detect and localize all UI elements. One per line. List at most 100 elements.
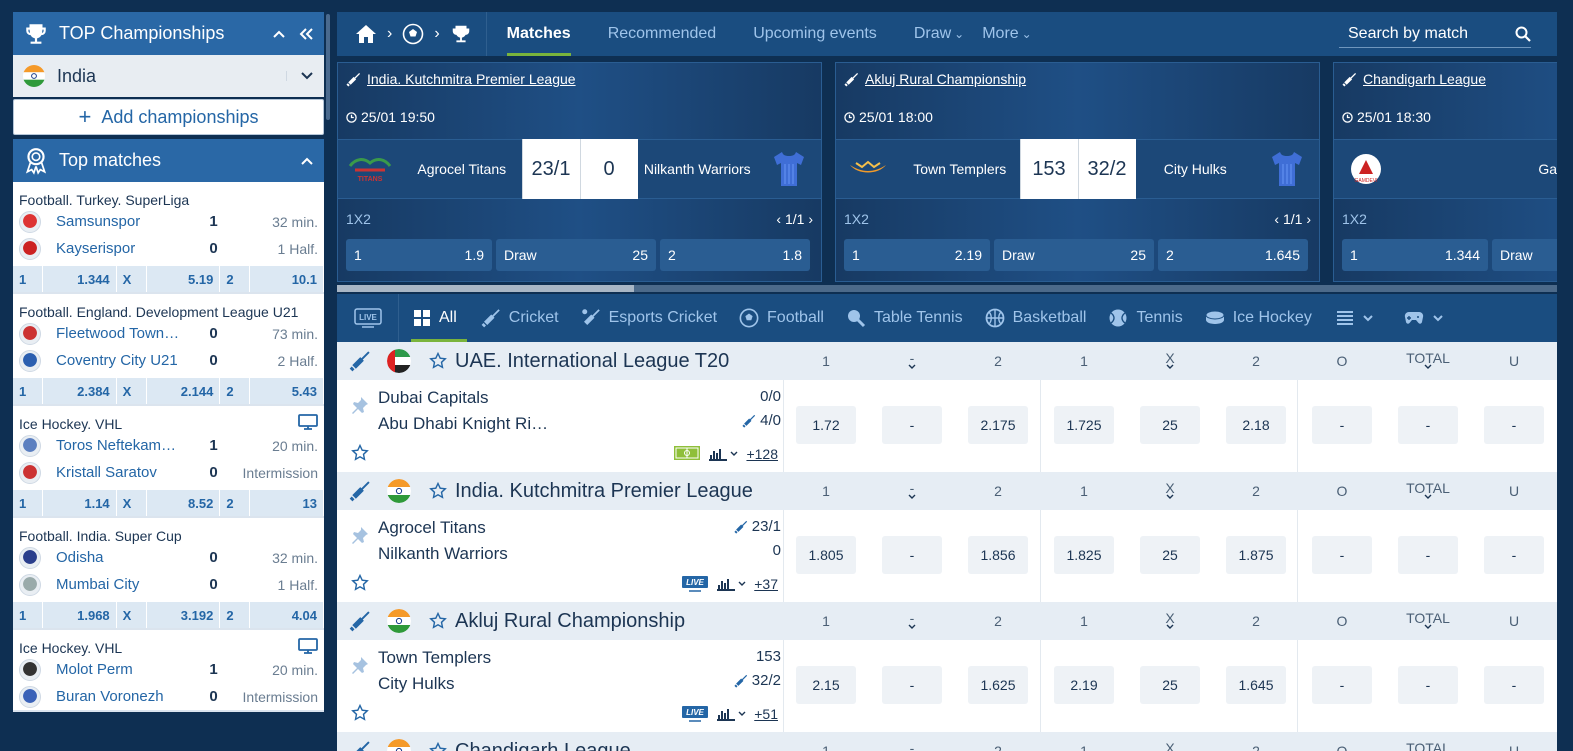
double-chevron-left-icon[interactable] <box>298 27 314 41</box>
match-team-row[interactable]: Odisha 0 32 min. <box>13 544 324 571</box>
team2-name[interactable]: City Hulks <box>378 674 455 694</box>
more-markets-link[interactable]: +51 <box>754 706 778 722</box>
nav-upcoming-events[interactable]: Upcoming events <box>753 12 877 56</box>
card-league-link[interactable]: Akluj Rural Championship <box>836 63 1319 95</box>
tab-football[interactable]: Football <box>739 294 824 342</box>
tab-basketball[interactable]: Basketball <box>985 294 1086 342</box>
star-icon[interactable] <box>351 704 369 722</box>
list-menu-button[interactable] <box>1336 294 1382 342</box>
chevron-down-icon[interactable] <box>908 624 916 630</box>
chevron-left-icon[interactable]: ‹ <box>776 211 785 227</box>
carousel-scrollbar[interactable] <box>337 285 1557 292</box>
odds-button[interactable]: - <box>1312 536 1372 574</box>
odds-button[interactable]: 4.04 <box>250 602 324 628</box>
odds-button[interactable]: 1.344 <box>43 266 117 292</box>
team2-name[interactable]: Nilkanth Warriors <box>378 544 508 564</box>
odds-button[interactable]: - <box>1484 536 1544 574</box>
odds-button[interactable]: - <box>1484 666 1544 704</box>
chevron-down-icon[interactable] <box>286 71 314 81</box>
odds-button[interactable]: 1 2.19 <box>844 239 990 271</box>
odds-button[interactable]: 2.19 <box>1054 666 1114 704</box>
tab-cricket[interactable]: Cricket <box>481 294 559 342</box>
odds-button[interactable]: - <box>1398 536 1458 574</box>
esports-menu-button[interactable] <box>1404 294 1452 342</box>
match-team-row[interactable]: Kayserispor 0 1 Half. <box>13 235 324 262</box>
odds-button[interactable]: 1 1.344 <box>1342 239 1488 271</box>
live-icon[interactable]: LIVE <box>682 576 709 592</box>
star-icon[interactable] <box>429 482 447 500</box>
league-name[interactable]: UAE. International League T20 <box>455 350 729 373</box>
tv-icon[interactable] <box>298 638 318 654</box>
odds-button[interactable]: 3.192 <box>147 602 221 628</box>
league-name[interactable]: Akluj Rural Championship <box>455 610 685 633</box>
star-icon[interactable] <box>429 742 447 751</box>
odds-button[interactable]: 5.19 <box>147 266 221 292</box>
match-team-row[interactable]: Mumbai City 0 1 Half. <box>13 571 324 598</box>
pin-icon[interactable] <box>349 656 369 676</box>
odds-button[interactable]: 1.14 <box>43 490 117 516</box>
search-input[interactable]: Search by match <box>1339 20 1531 48</box>
chevron-up-icon[interactable] <box>272 29 286 39</box>
match-team-row[interactable]: Fleetwood Town… 0 73 min. <box>13 320 324 347</box>
chevron-down-icon[interactable] <box>1166 364 1174 370</box>
featured-match-card[interactable]: Chandigarh League 25/01 18:30 GAMDEVI Gamde… <box>1333 62 1557 282</box>
chevron-left-icon[interactable]: ‹ <box>1274 211 1283 227</box>
field-icon[interactable] <box>674 446 701 462</box>
country-select[interactable]: India <box>13 55 324 97</box>
team1-name[interactable]: Agrocel Titans <box>378 518 486 538</box>
team1-name[interactable]: Dubai Capitals <box>378 388 489 408</box>
odds-button[interactable]: 2.18 <box>1226 406 1286 444</box>
tab-all[interactable]: All <box>411 294 467 342</box>
pin-icon[interactable] <box>349 396 369 416</box>
add-championships-button[interactable]: + Add championships <box>13 99 324 135</box>
featured-match-card[interactable]: Akluj Rural Championship 25/01 18:00 Town … <box>835 62 1320 282</box>
tab-esports-cricket[interactable]: Esports Cricket <box>581 294 717 342</box>
star-icon[interactable] <box>351 574 369 592</box>
odds-button[interactable]: - <box>882 666 942 704</box>
odds-button[interactable]: 1.625 <box>968 666 1028 704</box>
match-team-row[interactable]: Kristall Saratov 0 Intermission <box>13 459 324 486</box>
odds-button[interactable]: 25 <box>1140 666 1200 704</box>
odds-button[interactable]: - <box>882 536 942 574</box>
odds-button[interactable]: 1.645 <box>1226 666 1286 704</box>
odds-button[interactable]: 13 <box>250 490 324 516</box>
league-name[interactable]: Chandigarh League <box>455 740 631 751</box>
odds-button[interactable]: - <box>1312 406 1372 444</box>
odds-button[interactable]: 2.175 <box>968 406 1028 444</box>
odds-button[interactable]: 1.968 <box>43 602 117 628</box>
card-league-link[interactable]: India. Kutchmitra Premier League <box>338 63 821 95</box>
odds-button[interactable]: - <box>1484 406 1544 444</box>
odds-button[interactable]: 2.15 <box>796 666 856 704</box>
team2-name[interactable]: Abu Dhabi Knight Ri… <box>378 414 548 434</box>
odds-button[interactable]: 2.144 <box>147 378 221 404</box>
nav-more[interactable]: More ⌄ <box>982 12 1032 56</box>
more-markets-link[interactable]: +128 <box>746 446 778 462</box>
match-team-row[interactable]: Toros Neftekam… 1 20 min. <box>13 432 324 459</box>
odds-button[interactable]: 1.72 <box>796 406 856 444</box>
top-matches-header[interactable]: Top matches <box>13 139 324 182</box>
match-team-row[interactable]: Samsunspor 1 32 min. <box>13 208 324 235</box>
odds-button[interactable]: - <box>1312 666 1372 704</box>
odds-button[interactable]: 1 1.9 <box>346 239 492 271</box>
featured-match-card[interactable]: India. Kutchmitra Premier League 25/01 19… <box>337 62 822 282</box>
trophy-icon[interactable] <box>450 23 472 45</box>
more-markets-link[interactable]: +37 <box>754 576 778 592</box>
odds-button[interactable]: 1.856 <box>968 536 1028 574</box>
odds-button[interactable]: 1.725 <box>1054 406 1114 444</box>
odds-button[interactable]: Draw 25 <box>994 239 1154 271</box>
chevron-down-icon[interactable] <box>1166 494 1174 500</box>
stats-icon[interactable] <box>716 577 746 591</box>
carousel-scrollbar-thumb[interactable] <box>337 285 634 292</box>
nav-draw[interactable]: Draw ⌄ <box>914 12 964 56</box>
odds-button[interactable]: 1.825 <box>1054 536 1114 574</box>
odds-button[interactable]: Draw 25 <box>496 239 656 271</box>
chevron-down-icon[interactable] <box>1424 624 1432 630</box>
odds-button[interactable]: 2 1.645 <box>1158 239 1308 271</box>
nav-recommended[interactable]: Recommended <box>608 12 717 56</box>
odds-button[interactable]: 2.384 <box>43 378 117 404</box>
match-team-row[interactable]: Molot Perm 1 20 min. <box>13 656 324 683</box>
star-icon[interactable] <box>351 444 369 462</box>
tab-ice-hockey[interactable]: Ice Hockey <box>1205 294 1312 342</box>
card-league-link[interactable]: Chandigarh League <box>1334 63 1557 95</box>
team1-name[interactable]: Town Templers <box>378 648 491 668</box>
